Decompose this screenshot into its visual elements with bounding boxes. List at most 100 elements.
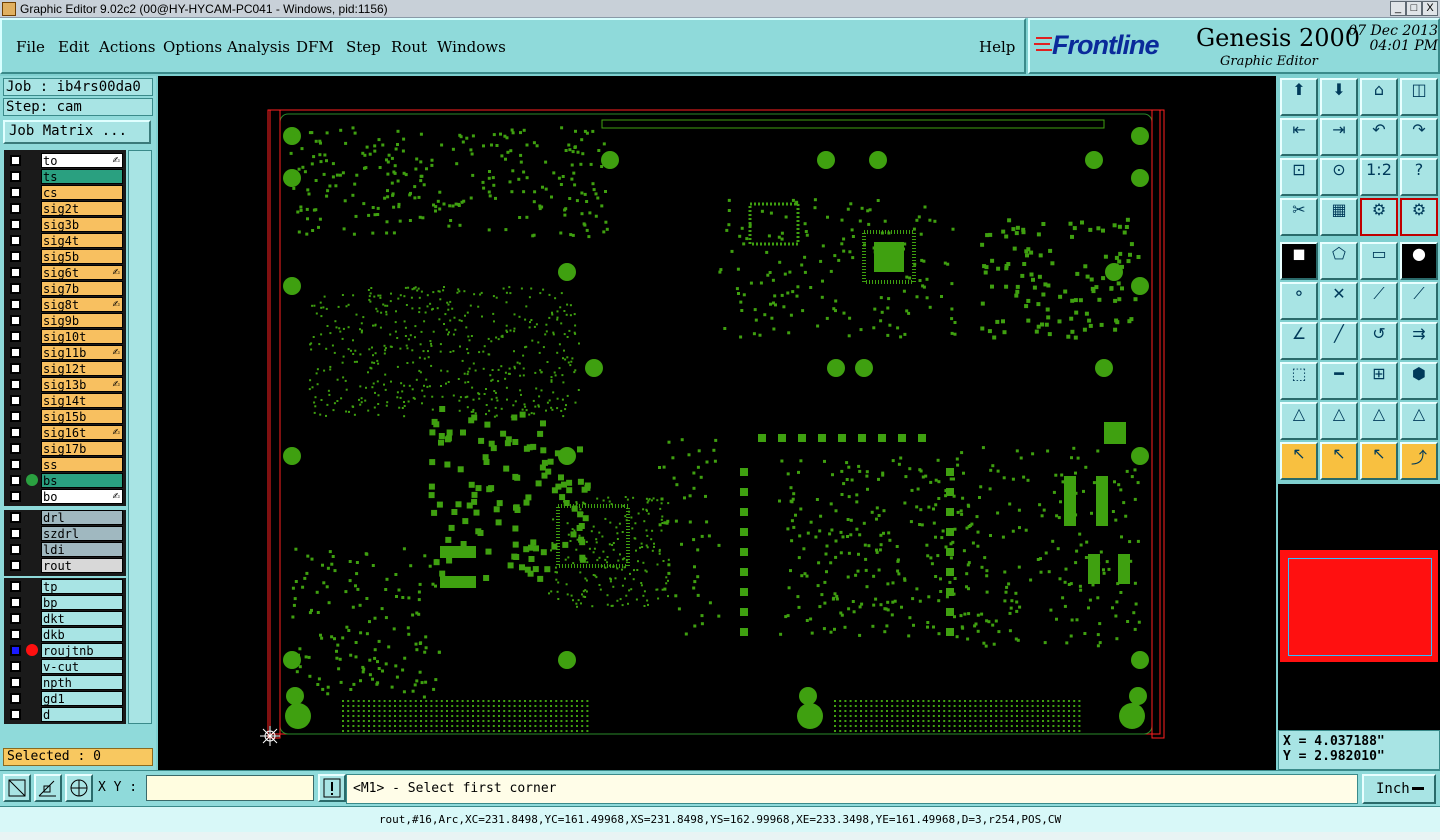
layer-checkbox[interactable] — [10, 155, 21, 166]
layer-name[interactable]: v-cut — [41, 659, 123, 674]
layer-checkbox[interactable] — [10, 347, 21, 358]
slash-button[interactable]: ╱ — [1320, 322, 1358, 360]
menu-windows[interactable]: Windows — [437, 38, 506, 56]
connect-button[interactable]: ⚬ — [1280, 282, 1318, 320]
layer-row-d[interactable]: d — [4, 707, 126, 722]
layer-row-roujtnb[interactable]: roujtnb — [4, 643, 126, 658]
layer-checkbox[interactable] — [10, 544, 21, 555]
zoom-1-2-button[interactable]: 1:2 — [1360, 158, 1398, 196]
layer-row-ldi[interactable]: ldi — [4, 542, 126, 557]
layer-row-drl[interactable]: drl — [4, 510, 126, 525]
layer-name[interactable]: sig6t ✍ — [41, 265, 123, 280]
triangle-d-button[interactable]: △ — [1400, 402, 1438, 440]
layer-checkbox[interactable] — [10, 379, 21, 390]
layer-row-sig17b[interactable]: sig17b — [4, 441, 126, 456]
zoom-center-button[interactable]: ⊙ — [1320, 158, 1358, 196]
layers-color-button[interactable]: ⚙ — [1360, 198, 1398, 236]
layer-checkbox[interactable] — [10, 693, 21, 704]
layer-name[interactable]: sig3b — [41, 217, 123, 232]
layer-row-sig11b[interactable]: sig11b ✍ — [4, 345, 126, 360]
layers-outline-button[interactable]: ⚙ — [1400, 198, 1438, 236]
window-split-button[interactable]: ◫ — [1400, 78, 1438, 116]
menu-analysis[interactable]: Analysis — [227, 38, 290, 56]
grid-button[interactable]: ▦ — [1320, 198, 1358, 236]
circle-fill-button[interactable]: ● — [1400, 242, 1438, 280]
layer-checkbox[interactable] — [10, 560, 21, 571]
layer-name[interactable]: sig5b — [41, 249, 123, 264]
layer-name[interactable]: tp — [41, 579, 123, 594]
layer-checkbox[interactable] — [10, 299, 21, 310]
layer-row-sig16t[interactable]: sig16t ✍ — [4, 425, 126, 440]
layer-checkbox[interactable] — [10, 512, 21, 523]
arc-button[interactable]: ↺ — [1360, 322, 1398, 360]
layer-checkbox[interactable] — [10, 629, 21, 640]
layer-row-sig3b[interactable]: sig3b — [4, 217, 126, 232]
layer-checkbox[interactable] — [10, 443, 21, 454]
layer-name[interactable]: ts — [41, 169, 123, 184]
layer-checkbox[interactable] — [10, 677, 21, 688]
layer-row-ss[interactable]: ss — [4, 457, 126, 472]
zoom-fit-button[interactable]: ⊡ — [1280, 158, 1318, 196]
layer-name[interactable]: sig2t — [41, 201, 123, 216]
layer-name[interactable]: dkt — [41, 611, 123, 626]
maximize-button[interactable]: □ — [1406, 1, 1422, 16]
layer-name[interactable]: sig15b — [41, 409, 123, 424]
ruler-button[interactable]: ▭ — [1360, 242, 1398, 280]
triangle-b-button[interactable]: △ — [1320, 402, 1358, 440]
layer-row-sig4t[interactable]: sig4t — [4, 233, 126, 248]
layer-name[interactable]: sig11b ✍ — [41, 345, 123, 360]
layer-name[interactable]: szdrl — [41, 526, 123, 541]
route-net-button[interactable]: ⤴ — [1400, 442, 1438, 480]
layer-checkbox[interactable] — [10, 661, 21, 672]
layer-name[interactable]: sig12t — [41, 361, 123, 376]
move-red-button[interactable]: ⟋ — [1360, 282, 1398, 320]
measure-box-button[interactable]: ⊞ — [1360, 362, 1398, 400]
layer-name[interactable]: sig14t — [41, 393, 123, 408]
open-job-button[interactable]: ⬆ — [1280, 78, 1318, 116]
menu-dfm[interactable]: DFM — [296, 38, 334, 56]
layer-row-dkt[interactable]: dkt — [4, 611, 126, 626]
layer-row-szdrl[interactable]: szdrl — [4, 526, 126, 541]
layer-name[interactable]: ss — [41, 457, 123, 472]
layer-checkbox[interactable] — [10, 459, 21, 470]
layer-checkbox[interactable] — [10, 283, 21, 294]
layer-checkbox[interactable] — [10, 203, 21, 214]
layer-checkbox[interactable] — [10, 363, 21, 374]
layer-row-cs[interactable]: cs — [4, 185, 126, 200]
angle-line-button[interactable]: ∠ — [1280, 322, 1318, 360]
layer-name[interactable]: sig7b — [41, 281, 123, 296]
overview-viewport[interactable] — [1288, 558, 1432, 656]
layer-name[interactable]: sig9b — [41, 313, 123, 328]
redo-flip-button[interactable]: ↷ — [1400, 118, 1438, 156]
layer-checkbox[interactable] — [10, 171, 21, 182]
layer-row-sig14t[interactable]: sig14t — [4, 393, 126, 408]
layer-name[interactable]: sig8t ✍ — [41, 297, 123, 312]
layer-row-gd1[interactable]: gd1 — [4, 691, 126, 706]
layer-row-sig6t[interactable]: sig6t ✍ — [4, 265, 126, 280]
layer-checkbox[interactable] — [10, 709, 21, 720]
layer-checkbox[interactable] — [10, 645, 21, 656]
move-blue-button[interactable]: ⟋ — [1400, 282, 1438, 320]
layer-row-sig2t[interactable]: sig2t — [4, 201, 126, 216]
layer-name[interactable]: drl — [41, 510, 123, 525]
layer-row-sig10t[interactable]: sig10t — [4, 329, 126, 344]
layer-checkbox[interactable] — [10, 331, 21, 342]
unit-selector[interactable]: Inch — [1362, 774, 1436, 804]
menu-file[interactable]: File — [16, 38, 45, 56]
layer-name[interactable]: sig16t ✍ — [41, 425, 123, 440]
layer-name[interactable]: to ✍ — [41, 153, 123, 168]
pointer-button[interactable]: ↖ — [1280, 442, 1318, 480]
layer-row-bs[interactable]: bs — [4, 473, 126, 488]
undo-button[interactable]: ↶ — [1360, 118, 1398, 156]
layer-name[interactable]: d — [41, 707, 123, 722]
zoom-window-button[interactable] — [3, 774, 31, 802]
layer-checkbox[interactable] — [10, 187, 21, 198]
layer-name[interactable]: bs — [41, 473, 123, 488]
graphics-canvas[interactable] — [158, 76, 1276, 770]
layer-row-sig15b[interactable]: sig15b — [4, 409, 126, 424]
save-job-button[interactable]: ⬇ — [1320, 78, 1358, 116]
layer-checkbox[interactable] — [10, 235, 21, 246]
pointer-select-button[interactable]: ↖ — [1360, 442, 1398, 480]
layer-row-sig7b[interactable]: sig7b — [4, 281, 126, 296]
layer-checkbox[interactable] — [10, 475, 21, 486]
